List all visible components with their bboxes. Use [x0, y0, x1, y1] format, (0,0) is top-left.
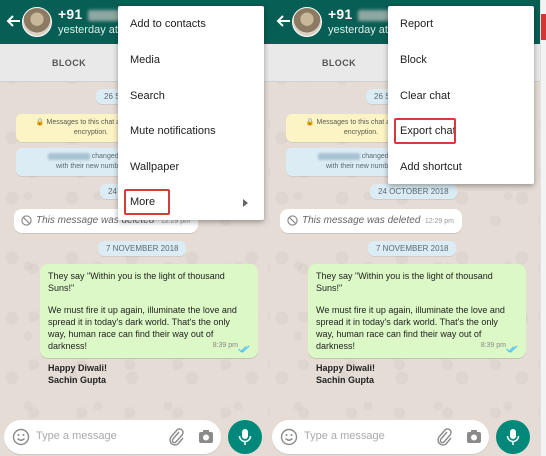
- message-line: They say "Within you is the light of tho…: [316, 271, 493, 293]
- date-chip: 24 OCTOBER 2018: [370, 184, 457, 199]
- menu-item-search[interactable]: Search: [118, 78, 264, 114]
- block-button[interactable]: BLOCK: [52, 58, 86, 68]
- deleted-message[interactable]: This message was deleted 12:29 pm: [280, 209, 462, 233]
- menu-item-add-shortcut[interactable]: Add shortcut: [388, 149, 534, 185]
- highlight-box: [394, 118, 456, 144]
- mic-button[interactable]: [228, 420, 262, 454]
- block-button[interactable]: BLOCK: [322, 58, 356, 68]
- ban-icon: [21, 215, 32, 226]
- overflow-menu: Add to contacts Media Search Mute notifi…: [118, 6, 264, 220]
- camera-icon[interactable]: [466, 429, 482, 444]
- mic-button[interactable]: [496, 420, 530, 454]
- paperclip-icon[interactable]: [436, 428, 452, 446]
- left-chat-screen: +91 yesterday at 11: BLOCK 26 SEP 🔒 Mess…: [0, 0, 270, 456]
- right-chat-screen: +91 yesterday at 11: BLOCK 26 SEP 🔒 Mess…: [270, 0, 540, 456]
- highlight-box: [124, 189, 170, 215]
- back-arrow-icon[interactable]: [4, 11, 24, 31]
- redacted-name: [317, 152, 360, 160]
- message-bubble[interactable]: They say "Within you is the light of tho…: [308, 264, 526, 385]
- message-time: 8:39 pm: [480, 342, 506, 349]
- message-input[interactable]: Type a message: [304, 430, 385, 442]
- menu-item-block[interactable]: Block: [388, 42, 534, 78]
- menu-item-add-to-contacts[interactable]: Add to contacts: [118, 6, 264, 42]
- mic-icon: [238, 429, 252, 445]
- menu-item-mute-notifications[interactable]: Mute notifications: [118, 113, 264, 149]
- message-signature: Sachin Gupta: [48, 375, 107, 385]
- chevron-right-icon: [243, 199, 248, 207]
- message-signature: Sachin Gupta: [316, 375, 375, 385]
- message-line: They say "Within you is the light of tho…: [48, 271, 225, 293]
- deleted-text: This message was deleted: [302, 215, 421, 226]
- overflow-submenu: Report Block Clear chat Export chat Add …: [388, 6, 534, 184]
- message-time: 12:29 pm: [424, 218, 454, 225]
- paperclip-icon[interactable]: [168, 428, 184, 446]
- message-input[interactable]: Type a message: [36, 430, 117, 442]
- message-time: 8:39 pm: [212, 342, 238, 349]
- menu-item-clear-chat[interactable]: Clear chat: [388, 78, 534, 114]
- adjacent-screen-edge: [540, 0, 546, 456]
- redacted-name: [47, 152, 90, 160]
- menu-item-report[interactable]: Report: [388, 6, 534, 42]
- date-chip: 7 NOVEMBER 2018: [368, 241, 457, 256]
- menu-item-wallpaper[interactable]: Wallpaper: [118, 149, 264, 185]
- double-tick-icon: [506, 345, 518, 353]
- message-input-bar[interactable]: Type a message: [272, 420, 489, 454]
- emoji-icon[interactable]: [12, 428, 30, 446]
- double-tick-icon: [238, 345, 250, 353]
- menu-item-media[interactable]: Media: [118, 42, 264, 78]
- camera-icon[interactable]: [198, 429, 214, 444]
- avatar[interactable]: [22, 7, 52, 37]
- date-chip: 7 NOVEMBER 2018: [98, 241, 187, 256]
- emoji-icon[interactable]: [280, 428, 298, 446]
- ban-icon: [287, 215, 298, 226]
- message-bubble[interactable]: They say "Within you is the light of tho…: [40, 264, 258, 385]
- back-arrow-icon[interactable]: [274, 11, 294, 31]
- message-greeting: Happy Diwali!: [316, 363, 376, 373]
- avatar[interactable]: [292, 7, 322, 37]
- message-greeting: Happy Diwali!: [48, 363, 108, 373]
- mic-icon: [506, 429, 520, 445]
- adjacent-screen-marker: [541, 14, 546, 40]
- message-input-bar[interactable]: Type a message: [4, 420, 221, 454]
